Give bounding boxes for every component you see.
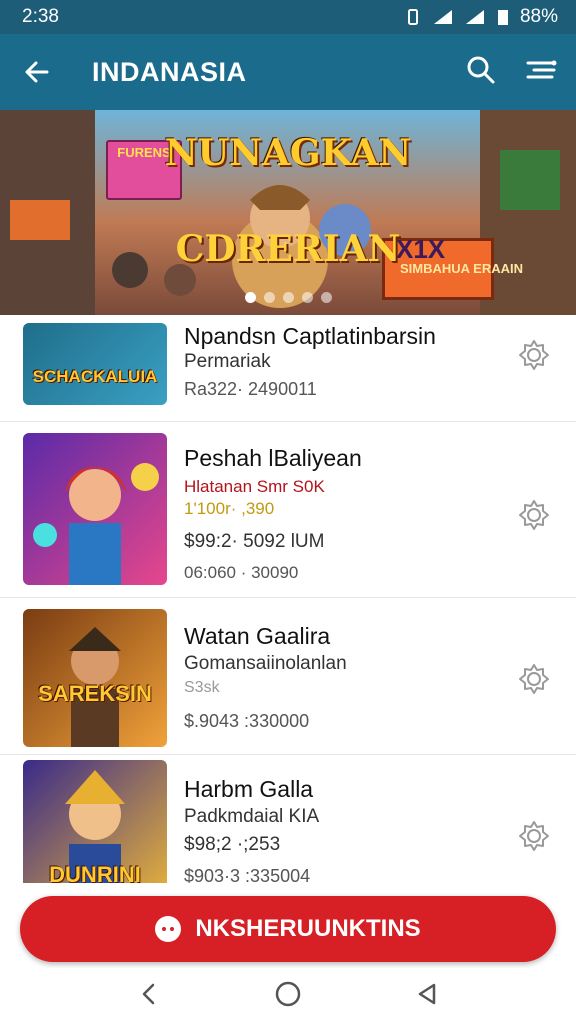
gear-icon (519, 340, 549, 370)
filter-button[interactable] (524, 55, 558, 90)
battery-icon (497, 10, 508, 25)
thumbnail-art (33, 463, 159, 585)
item-subtitle: Gomansaiinolanlan (184, 653, 347, 674)
carousel-dot[interactable] (282, 292, 294, 303)
list-item[interactable]: DUNRINI Harbm Galla Padkmdaial KIA $98;2… (0, 756, 576, 883)
gear-icon (519, 664, 549, 694)
chat-icon (155, 916, 182, 942)
nav-back-button[interactable] (136, 981, 162, 1012)
banner-subtitle: CDRERIAN (175, 228, 401, 270)
thumbnail-label: DUNRINI (49, 862, 141, 883)
app-actions (466, 55, 576, 90)
item-price: Ra322· 2490011 (184, 379, 317, 399)
thumbnail-art (69, 627, 121, 747)
favorite-button[interactable] (514, 495, 554, 535)
system-nav-bar (0, 968, 576, 1024)
item-thumbnail: DUNRINI (23, 760, 167, 883)
chevron-left-icon (142, 983, 155, 1004)
carousel-dot[interactable] (263, 292, 275, 303)
item-thumbnail: SAREKSIN (23, 609, 167, 747)
item-title: Harbm Galla (184, 776, 314, 802)
item-meta: S3sk (184, 679, 220, 696)
item-price: $903·3 :335004 (184, 866, 311, 883)
vibrate-icon (407, 9, 418, 25)
item-subtitle: Permariak (184, 351, 271, 372)
home-circle-icon (275, 981, 301, 1006)
item-title: Peshah lBaliyean (184, 445, 362, 471)
list-item[interactable]: SAREKSIN Watan Gaalira Gomansaiinolanlan… (0, 599, 576, 755)
list-item[interactable]: SCHACKALUIA Npandsn Captlatinbarsin Perm… (0, 315, 576, 422)
status-time: 2:38 (22, 6, 59, 27)
status-bar: 2:38 88% (0, 0, 576, 34)
item-title: Watan Gaalira (184, 623, 331, 649)
primary-action-label: NKSHERUUNKTINS (195, 915, 421, 942)
carousel-dot[interactable] (244, 292, 256, 303)
battery-percent: 88% (519, 6, 558, 27)
carousel-dot[interactable] (320, 292, 332, 303)
triangle-back-icon (418, 983, 436, 1004)
nav-recents-button[interactable] (414, 981, 440, 1012)
game-list: SCHACKALUIA Npandsn Captlatinbarsin Perm… (0, 315, 576, 883)
favorite-button[interactable] (514, 335, 554, 375)
carousel-indicator (0, 292, 576, 303)
app-bar: INDANASIA (0, 34, 576, 110)
favorite-button[interactable] (514, 659, 554, 699)
status-icons: 88% (404, 6, 558, 28)
search-button[interactable] (466, 55, 496, 90)
signal-icon (465, 10, 484, 24)
thumbnail-label: SAREKSIN (38, 681, 152, 706)
gear-icon (519, 500, 549, 530)
item-price: $.9043 :330000 (184, 711, 310, 731)
item-subtitle: Padkmdaial KIA (184, 806, 320, 827)
list-item[interactable]: Peshah lBaliyean Hlatanan Smr S0K 1'100r… (0, 423, 576, 598)
thumbnail-label: SCHACKALUIA (32, 367, 158, 386)
item-price: $99:2· 5092 lUM (184, 531, 325, 552)
arrow-back-icon (25, 61, 49, 83)
favorite-button[interactable] (514, 816, 554, 856)
item-meta: 1'100r· ,390 (184, 499, 275, 518)
filter-icon (526, 60, 557, 78)
nav-home-button[interactable] (274, 980, 302, 1013)
primary-action-button[interactable]: NKSHERUUNKTINS (20, 896, 556, 962)
item-thumbnail: SCHACKALUIA (23, 323, 167, 405)
banner-title: NUNAGKAN (164, 132, 412, 174)
item-title: Npandsn Captlatinbarsin (184, 323, 436, 349)
carousel-dot[interactable] (301, 292, 313, 303)
hero-banner[interactable]: FURENS SIMBAHUA ERAAIN X1X NUNAGKAN CDRE… (0, 110, 576, 315)
item-thumbnail (23, 433, 167, 585)
app-title: INDANASIA (92, 56, 247, 87)
wifi-icon (433, 10, 452, 24)
search-icon (467, 56, 495, 83)
gear-icon (519, 821, 549, 851)
item-extra: 06:060 · 30090 (184, 563, 299, 582)
item-subtitle: Hlatanan Smr S0K (184, 477, 325, 496)
item-meta: $98;2 ·;253 (184, 834, 281, 855)
back-button[interactable] (0, 34, 74, 110)
